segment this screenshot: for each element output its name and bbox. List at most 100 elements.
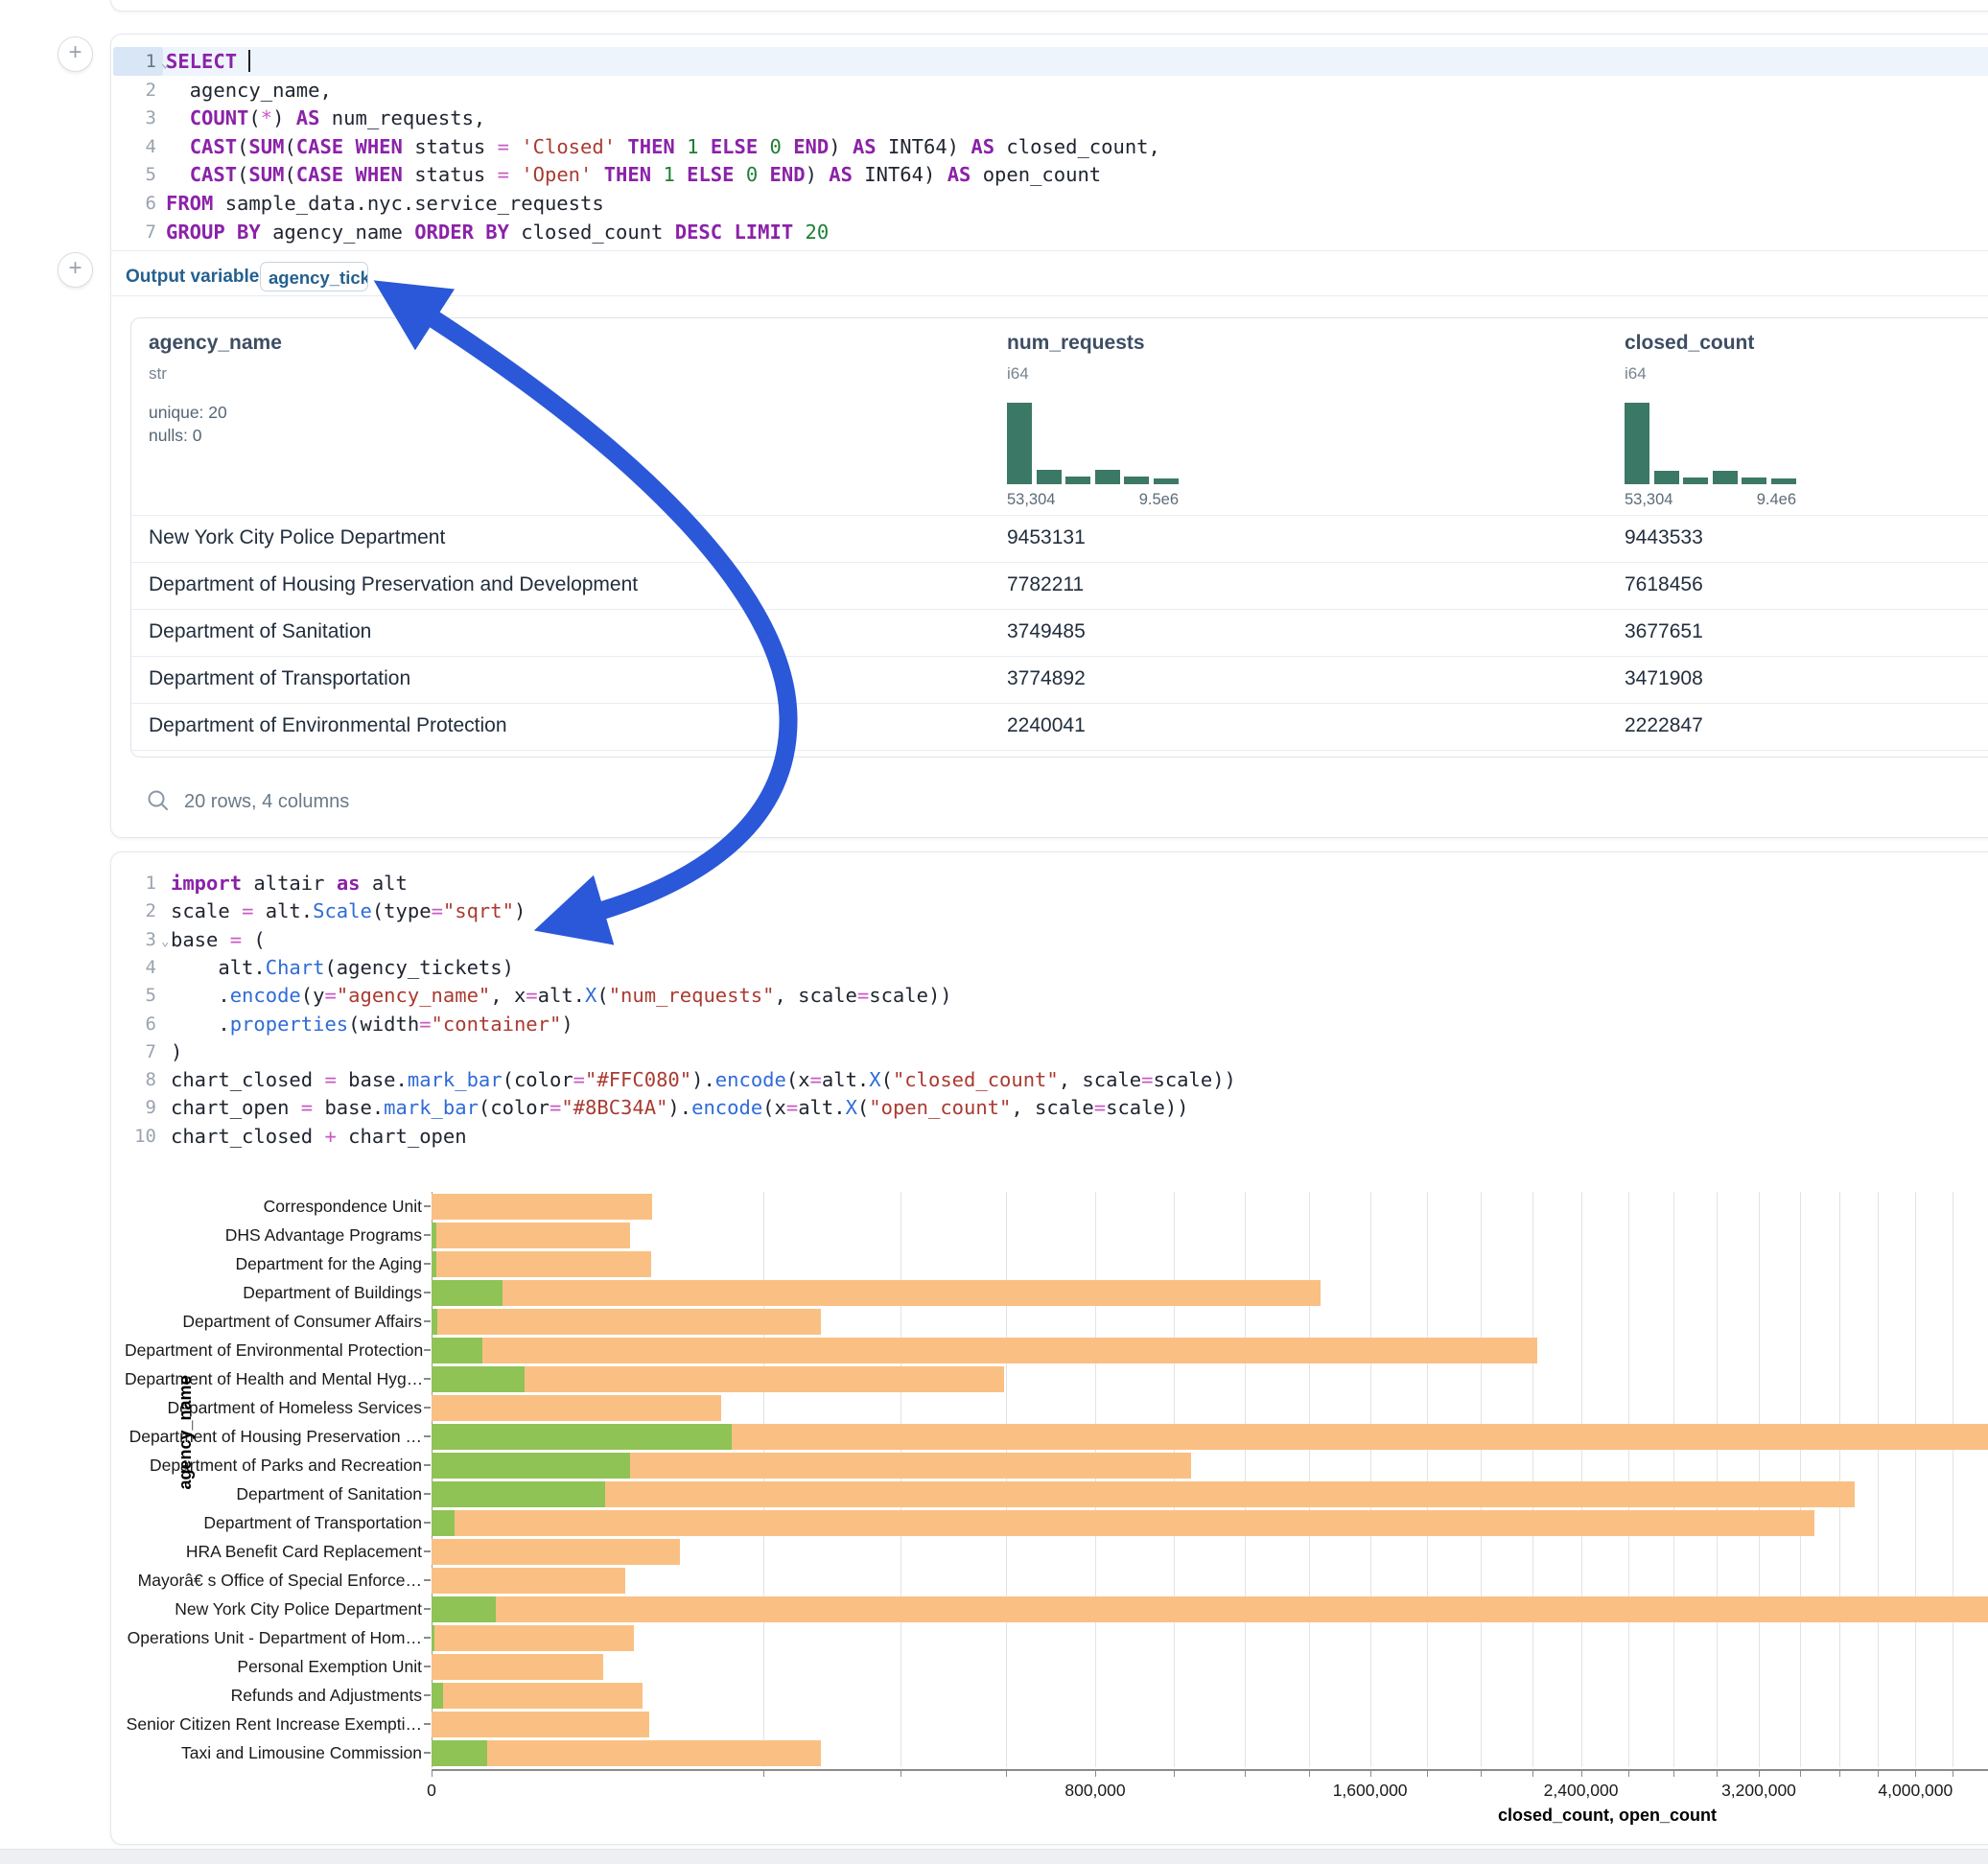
add-cell-button-output[interactable]: +	[58, 252, 93, 288]
gridline	[1915, 1192, 1916, 1767]
agency-bar-chart: Correspondence UnitDHS Advantage Program…	[111, 1169, 1988, 1844]
code-token: (	[237, 163, 248, 186]
code-line: 7GROUP BY agency_name ORDER BY closed_co…	[111, 218, 1988, 246]
code-text: .encode(y="agency_name", x=alt.X("num_re…	[171, 981, 952, 1010]
bar-open-count	[432, 1740, 487, 1766]
text-cursor	[248, 50, 250, 72]
y-axis-tick	[424, 1694, 431, 1696]
bar-closed-count	[432, 1280, 1321, 1306]
code-token: closed_count	[509, 221, 675, 244]
bar-open-count	[432, 1625, 434, 1651]
bar-closed-count	[432, 1481, 1855, 1507]
code-token: alt.	[171, 956, 266, 979]
x-axis-tick	[1309, 1771, 1310, 1777]
code-token: =	[550, 1096, 561, 1119]
column-type: i64	[1625, 364, 1647, 384]
y-axis-label: Department for the Aging	[125, 1254, 422, 1274]
bar-closed-count	[432, 1309, 821, 1335]
y-axis-label: Taxi and Limousine Commission	[125, 1743, 422, 1763]
code-token: scale))	[1106, 1096, 1188, 1119]
y-axis-label: Operations Unit - Department of Hom…	[125, 1628, 422, 1648]
code-token: 20	[806, 221, 830, 244]
code-token: COUNT	[190, 106, 249, 129]
code-token: (agency_tickets)	[324, 956, 513, 979]
bar-open-count	[432, 1453, 630, 1479]
table-cell: 2240041	[1007, 714, 1086, 737]
code-token: =	[857, 984, 869, 1007]
collapse-chevron-icon[interactable]: ⌄	[161, 927, 169, 956]
table-cell: 3749485	[1007, 620, 1086, 643]
row-divider	[131, 562, 1988, 563]
x-axis-tick	[1370, 1771, 1371, 1777]
code-token: =	[498, 163, 509, 186]
y-axis-label: Department of Homeless Services	[125, 1398, 422, 1418]
code-text: base = (	[171, 925, 266, 954]
x-axis-tick	[1800, 1771, 1801, 1777]
line-number: 9	[111, 1093, 156, 1122]
column-type: str	[149, 364, 167, 384]
histogram-bar	[1683, 478, 1708, 484]
code-token: DESC	[675, 221, 722, 244]
code-token	[166, 106, 190, 129]
bar-closed-count	[432, 1539, 680, 1565]
y-axis-label: Department of Transportation	[125, 1513, 422, 1533]
code-token: open_count	[971, 163, 1101, 186]
code-line: 5 CAST(SUM(CASE WHEN status = 'Open' THE…	[111, 160, 1988, 189]
x-axis-tick-label: 3,200,000	[1701, 1781, 1816, 1801]
y-axis-label: New York City Police Department	[125, 1599, 422, 1619]
x-axis-tick	[1915, 1771, 1916, 1777]
line-number: 4	[111, 953, 156, 982]
gridline	[1481, 1192, 1482, 1767]
code-token: CASE	[296, 135, 343, 158]
gridline	[1878, 1192, 1879, 1767]
code-line: 1import altair as alt	[111, 869, 1988, 897]
row-divider	[131, 515, 1988, 516]
code-token	[675, 135, 687, 158]
code-token: =	[573, 1068, 585, 1091]
code-token: closed_count,	[994, 135, 1160, 158]
code-token: ).	[691, 1068, 715, 1091]
code-token: properties	[230, 1013, 348, 1036]
column-stat: nulls: 0	[149, 426, 201, 446]
code-token: import	[171, 872, 242, 895]
y-axis-tick	[424, 1263, 431, 1265]
code-line: 3 COUNT(*) AS num_requests,	[111, 104, 1988, 132]
code-token	[722, 221, 734, 244]
add-cell-button-top[interactable]: +	[58, 36, 93, 72]
y-axis-label: Department of Environmental Protection	[125, 1340, 422, 1361]
code-token: WHEN	[356, 135, 403, 158]
code-token: status	[403, 163, 498, 186]
code-token: alt.	[538, 984, 585, 1007]
code-token	[793, 221, 805, 244]
gridline	[1427, 1192, 1428, 1767]
result-table: agency_namestrunique: 20nulls: 0num_requ…	[130, 317, 1988, 757]
code-token: =	[324, 984, 336, 1007]
bar-closed-count	[432, 1596, 1988, 1622]
histogram-bar	[1654, 471, 1679, 484]
code-token: chart_open	[171, 1096, 301, 1119]
code-token	[237, 50, 248, 73]
line-number: 7	[111, 218, 156, 246]
y-axis-tick	[424, 1723, 431, 1725]
gridline	[900, 1192, 901, 1767]
code-line: 1⌄SELECT	[111, 47, 1988, 76]
code-line: 8chart_closed = base.mark_bar(color="#FF…	[111, 1065, 1988, 1094]
output-variable-pill[interactable]: agency_tickets	[260, 262, 368, 291]
code-token: (	[881, 1068, 893, 1091]
code-token: )	[272, 106, 296, 129]
column-header-num_requests: num_requests	[1007, 332, 1145, 355]
code-text: COUNT(*) AS num_requests,	[166, 104, 485, 132]
x-axis-tick	[1532, 1771, 1533, 1777]
y-axis-title: agency_name	[175, 1375, 196, 1489]
code-token: "closed_count"	[893, 1068, 1059, 1091]
y-axis-tick	[424, 1550, 431, 1552]
code-token	[675, 163, 687, 186]
code-token: (	[237, 135, 248, 158]
bar-closed-count	[432, 1251, 651, 1277]
code-token: "open_count"	[869, 1096, 1011, 1119]
sql-editor[interactable]: 1⌄SELECT 2 agency_name,3 COUNT(*) AS num…	[111, 35, 1988, 250]
search-icon[interactable]	[146, 788, 171, 813]
python-editor[interactable]: 1import altair as alt2scale = alt.Scale(…	[111, 852, 1988, 1159]
code-token: alt.	[822, 1068, 869, 1091]
code-token: scale))	[1154, 1068, 1236, 1091]
